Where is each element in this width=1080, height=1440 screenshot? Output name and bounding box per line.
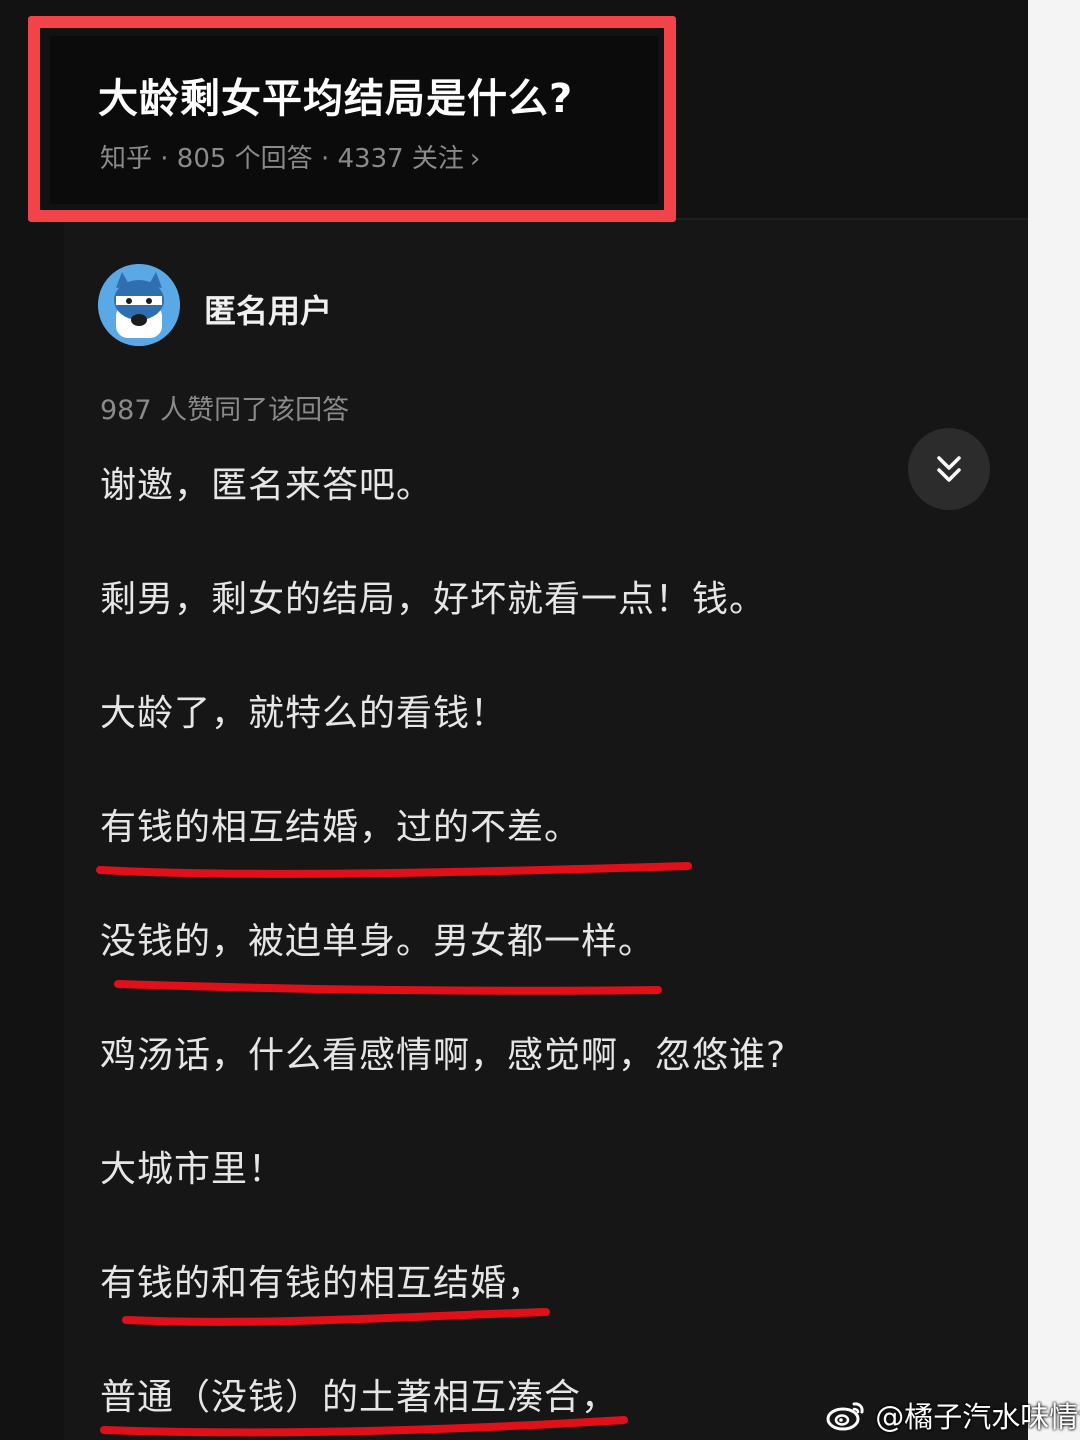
underline-mark: [122, 1308, 550, 1326]
weibo-icon: [826, 1402, 864, 1431]
image-border: [1028, 0, 1080, 1440]
watermark-text: @橘子汽水味情话: [875, 1400, 1080, 1434]
underline-mark: [114, 980, 662, 995]
highlight-box: [28, 16, 676, 222]
underline-mark: [100, 1416, 628, 1437]
watermark: @橘子汽水味情话: [826, 1394, 1080, 1434]
underline-mark: [96, 862, 692, 878]
